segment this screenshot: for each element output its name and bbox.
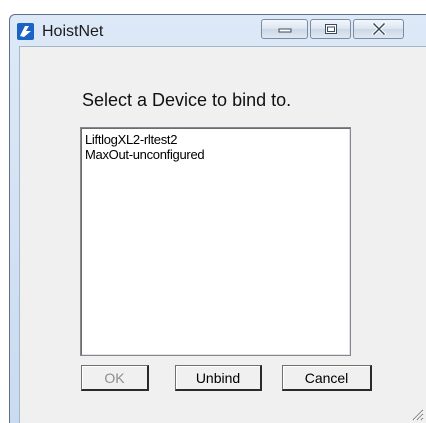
dialog-prompt: Select a Device to bind to. [82,90,292,110]
dialog-client-area: Select a Device to bind to. LiftlogXL2-r… [19,46,426,423]
hoistnet-app-icon [17,23,34,40]
caption-buttons [261,19,404,39]
maximize-button[interactable] [310,19,351,39]
title-bar[interactable]: HoistNet [10,15,426,46]
device-listbox[interactable]: LiftlogXL2-rltest2 MaxOut-unconfigured [80,127,351,356]
list-item[interactable]: LiftlogXL2-rltest2 [84,132,347,147]
maximize-icon [324,24,337,34]
minimize-button[interactable] [261,19,308,39]
window-title: HoistNet [42,23,104,40]
close-icon [371,23,386,35]
unbind-button[interactable]: Unbind [175,365,262,391]
close-button[interactable] [353,19,404,39]
resize-grip-icon[interactable] [410,407,424,421]
cancel-button[interactable]: Cancel [282,365,372,391]
ok-button[interactable]: OK [81,365,149,391]
minimize-icon [278,28,291,33]
hoistnet-window: HoistNet Select a Device to bind to. Lif… [9,14,426,423]
list-item[interactable]: MaxOut-unconfigured [84,147,347,162]
